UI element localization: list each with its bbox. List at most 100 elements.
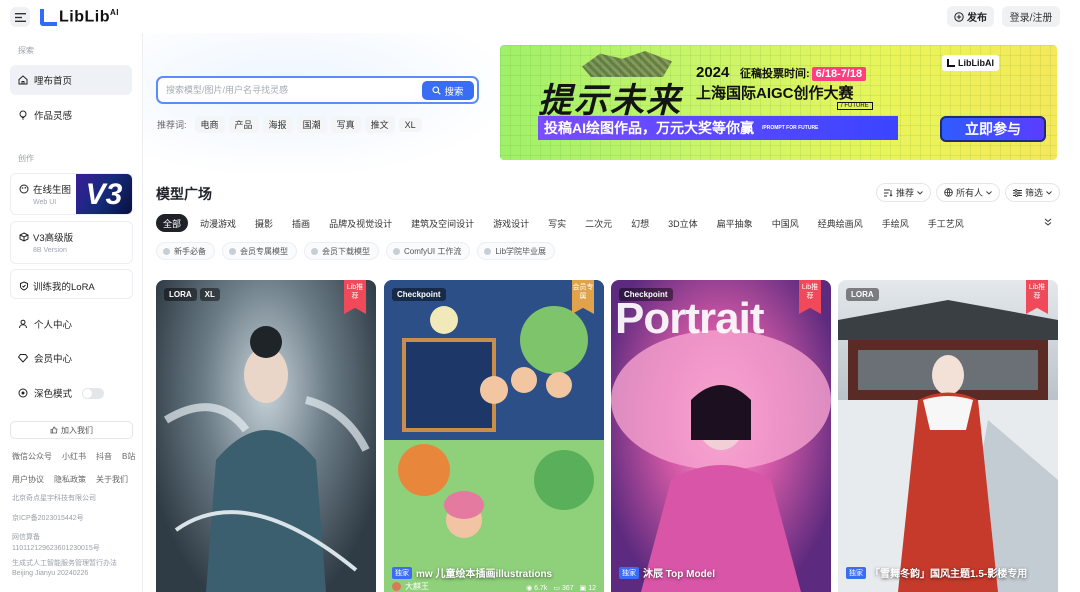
tag-dot-icon (311, 247, 318, 255)
link-user-agreement[interactable]: 用户协议 (12, 474, 44, 485)
sub-tag-label: 会员专属模型 (240, 246, 288, 256)
banner-logo: LibLibAI (942, 55, 999, 71)
model-card[interactable]: LORA XL Lib推荐 (156, 280, 376, 592)
sidebar-item-home[interactable]: 哩布首页 (10, 65, 132, 95)
hot-tag[interactable]: 写真 (330, 116, 361, 133)
sidebar-item-inspiration[interactable]: 作品灵感 (10, 100, 132, 130)
tag-dot-icon (163, 247, 170, 255)
join-us-label: 加入我们 (61, 425, 93, 435)
download-icon: ▭ (553, 585, 562, 592)
hot-tag[interactable]: 产品 (228, 116, 259, 133)
category-tab[interactable]: 建筑及空间设计 (404, 214, 481, 232)
category-tab[interactable]: 幻想 (624, 214, 656, 232)
banner-subtitle: 投稿AI绘图作品，万元大奖等你赢 (544, 120, 754, 136)
model-type-badge: Checkpoint (619, 288, 673, 301)
sidebar-item-member-center[interactable]: 会员中心 (10, 343, 132, 373)
category-tab[interactable]: 经典绘画风 (811, 214, 870, 232)
sidebar-card-online-generation[interactable]: 在线生图 Web UI V3 (10, 173, 133, 215)
liblib-logo[interactable]: LibLibAI (40, 8, 119, 26)
model-type-badge: LORA (846, 288, 879, 301)
promo-banner[interactable]: 提示未来 2024 征稿投票时间: 6/18-7/18 上海国际AIGC创作大赛 … (500, 45, 1057, 160)
sort-recommend-dropdown[interactable]: 推荐 (876, 183, 932, 202)
lightbulb-icon (18, 110, 28, 120)
category-tab[interactable]: 插画 (285, 214, 317, 232)
category-tab[interactable]: 品牌及视觉设计 (322, 214, 399, 232)
login-register-button[interactable]: 登录/注册 (1002, 6, 1060, 27)
icp-number[interactable]: 京ICP备2023015442号 (12, 513, 137, 524)
author-name[interactable]: 大麒王 (405, 581, 429, 592)
category-tab[interactable]: 3D立体 (661, 214, 705, 232)
category-tab[interactable]: 扁平抽象 (710, 214, 760, 232)
category-tab[interactable]: 二次元 (578, 214, 619, 232)
hot-tag[interactable]: 海报 (262, 116, 293, 133)
chevron-down-icon (986, 190, 992, 195)
category-tab[interactable]: 动漫游戏 (193, 214, 243, 232)
stat-downloads-value: 367 (561, 585, 574, 592)
category-tab[interactable]: 中国风 (765, 214, 806, 232)
model-card[interactable]: LORA Lib推荐 独家 「雪舞冬韵」国风主题1.5-影楼专用 (838, 280, 1058, 592)
sub-tag-comfyui[interactable]: ComfyUI 工作流 (386, 242, 471, 260)
category-tab[interactable]: 手工艺风 (921, 214, 971, 232)
search-icon (432, 86, 442, 95)
link-wechat[interactable]: 微信公众号 (12, 451, 52, 462)
tag-dot-icon (229, 247, 236, 255)
train-lora-label: 训练我的LoRA (33, 282, 95, 293)
section-title-model-square: 模型广场 (156, 186, 212, 202)
image-icon: ▣ (579, 585, 589, 592)
eye-icon: ◉ (526, 585, 535, 592)
category-tab[interactable]: 摄影 (248, 214, 280, 232)
dark-mode-toggle[interactable] (82, 387, 105, 399)
sidebar-card-train-lora[interactable]: 训练我的LoRA (10, 269, 133, 299)
chevron-down-icon (917, 190, 923, 195)
link-xiaohongshu[interactable]: 小红书 (62, 451, 86, 462)
banner-participate-button[interactable]: 立即参与 (940, 116, 1046, 142)
model-card[interactable]: Portrait Checkpoint Lib推荐 独家 沐辰 Top Mode… (611, 280, 831, 592)
menu-toggle-button[interactable] (10, 7, 30, 27)
company-name: 北京奇点星宇科技有限公司 (12, 495, 96, 502)
category-tab[interactable]: 手绘风 (875, 214, 916, 232)
hot-tag[interactable]: 国潮 (296, 116, 327, 133)
hot-tag[interactable]: XL (398, 117, 422, 132)
banner-subtitle-bar: 投稿AI绘图作品，万元大奖等你赢/PROMPT FOR FUTURE (538, 116, 898, 140)
category-tab-all[interactable]: 全部 (156, 214, 189, 232)
search-button-label: 搜索 (444, 86, 464, 98)
link-douyin[interactable]: 抖音 (96, 451, 112, 462)
author-avatar (392, 582, 401, 591)
sub-tag-member-download[interactable]: 会员下载模型 (304, 242, 379, 260)
hot-tag[interactable]: 电商 (194, 116, 225, 133)
expand-categories-button[interactable] (1044, 218, 1052, 226)
category-tab[interactable]: 写实 (541, 214, 573, 232)
model-type-badge: LORA (164, 288, 197, 301)
card-artwork-children (384, 280, 604, 592)
hamburger-menu-icon (14, 12, 26, 22)
link-bilibili[interactable]: B站 (122, 451, 135, 462)
chevron-down-icon (1046, 190, 1052, 195)
hot-label: 推荐词: (157, 120, 187, 130)
sub-tag-member-exclusive[interactable]: 会员专属模型 (222, 242, 297, 260)
search-input[interactable] (158, 79, 416, 101)
search-bar: 搜索 (156, 76, 479, 104)
category-tabs: 全部 动漫游戏 摄影 插画 品牌及视觉设计 建筑及空间设计 游戏设计 写实 二次… (156, 214, 976, 232)
owner-filter-dropdown[interactable]: 所有人 (936, 183, 1001, 202)
model-base-badge: XL (199, 288, 220, 301)
category-tab[interactable]: 游戏设计 (486, 214, 536, 232)
search-button[interactable]: 搜索 (422, 81, 474, 100)
sub-tag-lib-academy[interactable]: Lib学院毕业展 (477, 242, 556, 260)
card-artwork-warrior (163, 326, 370, 592)
filter-dropdown[interactable]: 筛选 (1005, 183, 1061, 202)
policy-links: 用户协议 隐私政策 关于我们 (12, 474, 128, 485)
join-us-button[interactable]: 加入我们 (10, 421, 133, 439)
link-about[interactable]: 关于我们 (96, 474, 128, 485)
sub-tag-beginner[interactable]: 新手必备 (156, 242, 215, 260)
sidebar-item-personal-center[interactable]: 个人中心 (10, 309, 132, 339)
link-privacy[interactable]: 隐私政策 (54, 474, 86, 485)
tag-dot-icon (393, 247, 400, 255)
model-card[interactable]: Checkpoint 会员专属 独家 mw 儿童绘本插画illustration… (384, 280, 604, 592)
sidebar-card-v3-advanced[interactable]: V3高级版 8B Version (10, 221, 133, 264)
sidebar-item-label: 哩布首页 (34, 76, 73, 87)
banner-date: 征稿投票时间: 6/18-7/18 (740, 65, 867, 81)
hot-tag[interactable]: 推文 (364, 116, 395, 133)
publish-button[interactable]: 发布 (947, 6, 994, 27)
sidebar-item-label: 作品灵感 (34, 111, 73, 122)
banner-year: 2024 (696, 64, 730, 81)
